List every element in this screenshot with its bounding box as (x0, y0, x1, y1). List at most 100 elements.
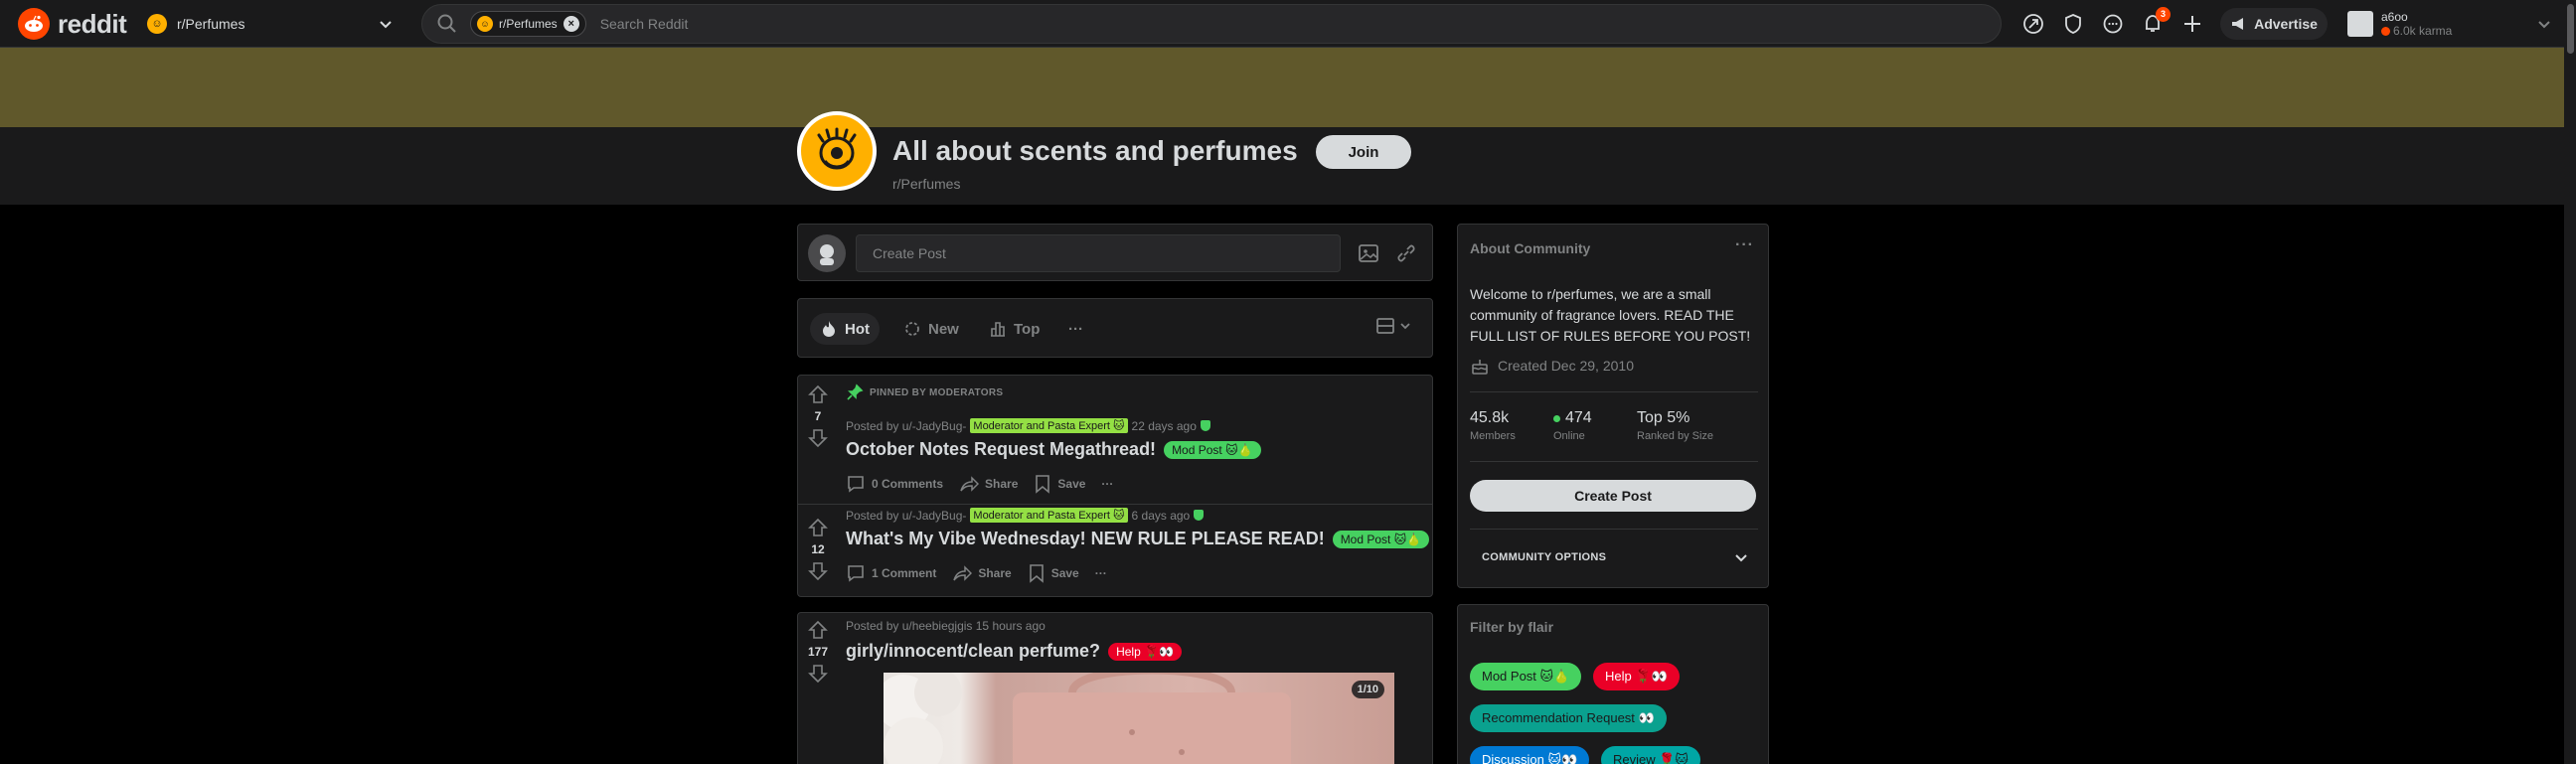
post-author[interactable]: Posted by u/-JadyBug- (846, 509, 966, 523)
scrollbar[interactable] (2564, 0, 2576, 764)
popular-arrow-icon[interactable] (2021, 12, 2045, 36)
post-title[interactable]: What's My Vibe Wednesday! NEW RULE PLEAS… (846, 529, 1430, 549)
sort-bar: Hot New Top ··· (797, 298, 1433, 358)
chat-icon[interactable] (2101, 12, 2125, 36)
scrollbar-thumb[interactable] (2567, 4, 2574, 54)
post-card[interactable]: 7 PINNED BY MODERATORS Posted by u/-Jady… (798, 376, 1432, 503)
vote-count: 177 (807, 645, 829, 659)
view-layout-toggle[interactable] (1375, 317, 1412, 335)
save-button[interactable]: Save (1028, 563, 1079, 583)
bookmark-icon (1036, 475, 1050, 494)
link-icon[interactable] (1394, 241, 1418, 265)
flair-filter-help[interactable]: Help 🌹👀 (1593, 663, 1680, 690)
post-title[interactable]: October Notes Request Megathread! Mod Po… (846, 439, 1261, 460)
post-card[interactable]: 177 Posted by u/heebiegjgis 15 hours ago… (797, 612, 1433, 764)
post-title-text[interactable]: What's My Vibe Wednesday! NEW RULE PLEAS… (846, 529, 1325, 549)
vote-count: 7 (814, 409, 822, 423)
create-post-input[interactable] (856, 234, 1341, 272)
about-community-widget: About Community ··· Welcome to r/perfume… (1457, 224, 1769, 588)
rank-value: Top 5% (1637, 409, 1690, 426)
community-title: All about scents and perfumes (892, 135, 1298, 166)
comment-icon (848, 565, 864, 582)
chevron-down-icon (380, 21, 392, 29)
share-button[interactable]: Share (959, 474, 1018, 494)
members-value: 45.8k (1470, 409, 1510, 426)
post-image[interactable]: 1/10 (884, 673, 1394, 764)
post-time[interactable]: 22 days ago (1132, 419, 1197, 433)
sort-hot-button[interactable]: Hot (810, 313, 880, 345)
user-avatar[interactable] (808, 234, 846, 272)
post-photo (884, 673, 1291, 764)
downvote-arrow-icon[interactable] (807, 663, 829, 685)
more-options-button[interactable]: ··· (1095, 566, 1107, 580)
flair-filter-recommendation-request[interactable]: Recommendation Request 👀 (1470, 704, 1667, 732)
remove-chip-icon[interactable]: × (563, 16, 579, 32)
members-stat: 45.8k Members (1470, 409, 1516, 442)
shield-icon[interactable] (2061, 12, 2085, 36)
join-button[interactable]: Join (1316, 135, 1411, 169)
create-post-button[interactable]: Create Post (1470, 480, 1756, 512)
comments-button[interactable]: 0 Comments (846, 474, 943, 494)
vote-count: 12 (811, 542, 825, 556)
online-indicator-icon (1553, 414, 1560, 422)
cake-icon (1472, 360, 1488, 375)
advertise-button[interactable]: Advertise (2220, 8, 2328, 40)
post-flair[interactable]: Mod Post 🐱🍐 (1332, 530, 1430, 548)
sort-more-button[interactable]: ··· (1058, 313, 1093, 345)
share-label: Share (985, 477, 1019, 491)
user-karma: 6.0k karma (2381, 24, 2452, 38)
upvote-arrow-icon[interactable] (807, 517, 829, 538)
sort-top-button[interactable]: Top (979, 313, 1049, 345)
community-options-label: COMMUNITY OPTIONS (1482, 551, 1607, 563)
sort-top-label: Top (1014, 320, 1041, 338)
flair-filter-review[interactable]: Review 🌹🐱 (1601, 746, 1700, 764)
save-button[interactable]: Save (1034, 474, 1085, 494)
flair-filter-mod-post[interactable]: Mod Post 🐱🍐 (1470, 663, 1582, 690)
post-flair[interactable]: Help 🌹👀 (1108, 642, 1182, 661)
username: a6oo (2381, 10, 2408, 24)
user-menu-dropdown[interactable]: a6oo 6.0k karma (2347, 6, 2554, 42)
sort-new-button[interactable]: New (893, 313, 969, 345)
sparkle-icon (905, 322, 919, 336)
share-button[interactable]: Share (952, 563, 1012, 583)
notification-bell-icon[interactable]: 3 (2141, 7, 2171, 36)
vote-column: 7 (798, 383, 838, 449)
about-more-button[interactable]: ··· (1735, 236, 1754, 254)
community-selector-dropdown[interactable]: ☺ r/Perfumes (141, 8, 402, 40)
mod-shield-icon (1194, 510, 1205, 521)
user-flair: Moderator and Pasta Expert 🐱 (970, 418, 1128, 433)
comments-button[interactable]: 1 Comment (846, 563, 936, 583)
create-plus-icon[interactable] (2180, 12, 2204, 36)
image-upload-icon[interactable] (1357, 241, 1380, 265)
downvote-arrow-icon[interactable] (807, 560, 829, 582)
reddit-home-link[interactable]: reddit (18, 8, 127, 40)
megaphone-icon (2232, 18, 2244, 30)
post-flair[interactable]: Mod Post 🐱🍐 (1164, 440, 1261, 459)
vote-column: 12 (798, 517, 838, 582)
flair-filter-discussion[interactable]: Discussion 🐱👀 (1470, 746, 1590, 764)
post-card[interactable]: 12 Posted by u/-JadyBug- Moderator and P… (798, 505, 1432, 596)
search-input[interactable] (599, 16, 1793, 32)
share-arrow-icon (953, 565, 973, 581)
online-value: 474 (1565, 409, 1592, 426)
upvote-arrow-icon[interactable] (807, 619, 829, 641)
upvote-arrow-icon[interactable] (807, 383, 829, 405)
create-post-bar (797, 224, 1433, 281)
save-label: Save (1057, 477, 1086, 491)
community-options-toggle[interactable]: COMMUNITY OPTIONS (1470, 548, 1758, 566)
current-community-label: r/Perfumes (177, 16, 245, 32)
post-title-text[interactable]: October Notes Request Megathread! (846, 439, 1156, 460)
post-author[interactable]: Posted by u/-JadyBug- (846, 419, 966, 433)
more-options-button[interactable]: ··· (1101, 477, 1113, 491)
post-title-text[interactable]: girly/innocent/clean perfume? (846, 641, 1100, 662)
card-layout-icon (1376, 318, 1394, 334)
community-description: Welcome to r/perfumes, we are a small co… (1470, 286, 1751, 344)
post-title[interactable]: girly/innocent/clean perfume? Help 🌹👀 (846, 641, 1182, 662)
created-label: Created Dec 29, 2010 (1498, 358, 1634, 374)
downvote-arrow-icon[interactable] (807, 427, 829, 449)
sort-new-label: New (928, 320, 959, 338)
post-author[interactable]: Posted by u/heebiegjgis 15 hours ago (846, 619, 1046, 633)
search-bar[interactable]: ☺ r/Perfumes × (421, 4, 2002, 44)
community-icon: ☺ (477, 16, 493, 32)
post-time[interactable]: 6 days ago (1132, 509, 1191, 523)
